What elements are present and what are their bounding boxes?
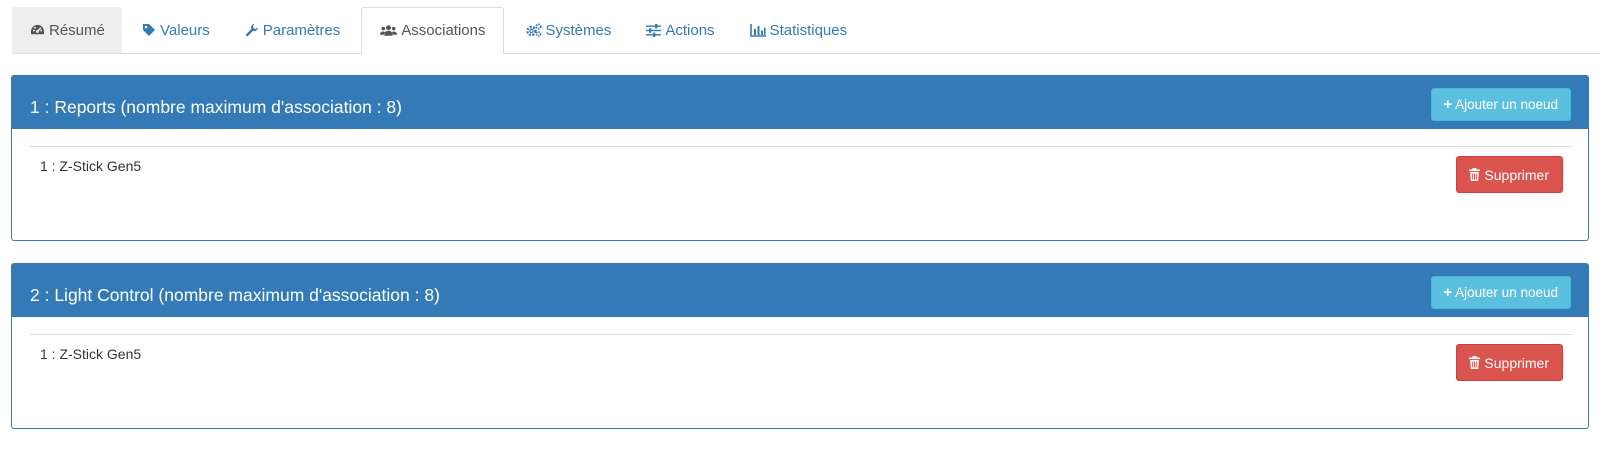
tab-label: Systèmes — [545, 21, 612, 39]
add-node-label: Ajouter un noeud — [1455, 285, 1558, 300]
tab-statistiques[interactable]: Statistiques — [732, 7, 865, 53]
tab-label: Paramètres — [262, 21, 341, 39]
trash-icon — [1469, 356, 1481, 369]
delete-node-button[interactable]: Supprimer — [1456, 156, 1563, 193]
tab-label: Résumé — [49, 21, 105, 39]
tab-bar: Résumé Valeurs Paramètres Associations S… — [12, 7, 1600, 54]
bar-chart-icon — [749, 23, 766, 37]
tab-actions[interactable]: Actions — [628, 7, 731, 53]
dashboard-icon — [30, 24, 45, 37]
association-group-panel: 2 : Light Control (nombre maximum d'asso… — [11, 263, 1589, 429]
cogs-icon — [525, 23, 542, 37]
delete-node-button[interactable]: Supprimer — [1456, 344, 1563, 381]
add-node-button[interactable]: + Ajouter un noeud — [1431, 88, 1571, 121]
panel-heading: 2 : Light Control (nombre maximum d'asso… — [12, 264, 1588, 317]
tab-label: Actions — [665, 21, 715, 39]
tab-associations[interactable]: Associations — [361, 7, 504, 54]
tab-label: Valeurs — [160, 21, 210, 39]
add-node-label: Ajouter un noeud — [1455, 97, 1558, 112]
node-label: 1 : Z-Stick Gen5 — [40, 158, 142, 174]
node-label: 1 : Z-Stick Gen5 — [40, 346, 142, 362]
add-node-button[interactable]: + Ajouter un noeud — [1431, 276, 1571, 309]
tab-resume[interactable]: Résumé — [12, 7, 122, 53]
tab-label: Associations — [401, 22, 486, 39]
divider — [30, 146, 1572, 147]
delete-node-label: Supprimer — [1484, 166, 1549, 183]
tab-systemes[interactable]: Systèmes — [508, 7, 629, 53]
tab-valeurs[interactable]: Valeurs — [124, 7, 227, 53]
tag-icon — [142, 23, 156, 37]
wrench-icon — [245, 23, 259, 37]
association-page: Résumé Valeurs Paramètres Associations S… — [0, 0, 1606, 463]
sliders-icon — [646, 23, 662, 37]
delete-node-label: Supprimer — [1484, 354, 1549, 371]
trash-icon — [1469, 168, 1481, 181]
tab-label: Statistiques — [769, 21, 848, 39]
plus-icon: + — [1443, 96, 1453, 113]
users-icon — [380, 24, 398, 37]
association-group-panel: 1 : Reports (nombre maximum d'associatio… — [11, 75, 1589, 241]
panel-body: 1 : Z-Stick Gen5 Supprimer — [12, 317, 1588, 428]
group-title: 2 : Light Control (nombre maximum d'asso… — [30, 285, 440, 305]
plus-icon: + — [1443, 284, 1453, 301]
tab-parametres[interactable]: Paramètres — [227, 7, 358, 53]
panel-body: 1 : Z-Stick Gen5 Supprimer — [12, 129, 1588, 240]
group-title: 1 : Reports (nombre maximum d'associatio… — [30, 97, 402, 117]
panel-heading: 1 : Reports (nombre maximum d'associatio… — [12, 76, 1588, 129]
divider — [30, 334, 1572, 335]
